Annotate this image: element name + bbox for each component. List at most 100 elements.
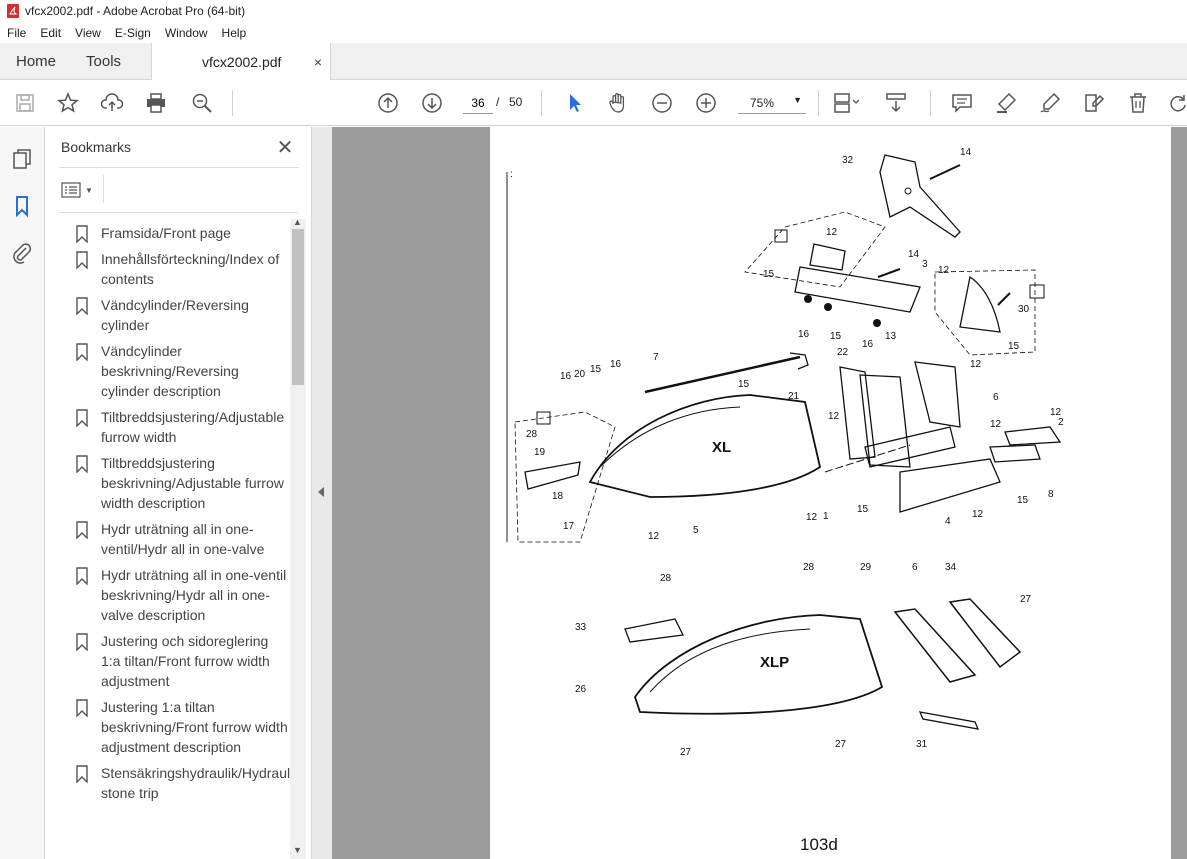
svg-text:12: 12 — [648, 531, 660, 542]
menu-edit[interactable]: Edit — [33, 26, 68, 40]
bookmark-label: Justering 1:a tiltan beskrivning/Front f… — [101, 699, 288, 755]
page-number-input[interactable] — [463, 92, 493, 114]
page-up-icon[interactable] — [376, 91, 400, 115]
tab-tools[interactable]: Tools — [70, 43, 137, 79]
bookmark-icon — [76, 567, 88, 585]
fill-sign-icon[interactable] — [1082, 91, 1106, 115]
svg-text:12: 12 — [970, 359, 982, 370]
svg-text:15: 15 — [1017, 495, 1029, 506]
menu-file[interactable]: File — [0, 26, 33, 40]
svg-text:6: 6 — [912, 562, 918, 573]
menu-bar: File Edit View E-Sign Window Help — [0, 22, 1187, 43]
svg-text:13: 13 — [885, 331, 897, 342]
bookmark-icon — [76, 297, 88, 315]
save-icon[interactable] — [13, 91, 37, 115]
bookmark-label: Vändcylinder beskrivning/Reversing cylin… — [101, 343, 239, 399]
bookmark-item[interactable]: Stensäkringshydraulik/Hydraulic stone tr… — [75, 763, 301, 803]
hand-icon[interactable] — [606, 91, 630, 115]
svg-text:12: 12 — [806, 512, 818, 523]
zoom-select[interactable]: 75% ▼ — [738, 92, 806, 114]
bookmark-icon — [76, 633, 88, 651]
svg-text:21: 21 — [788, 391, 800, 402]
scrollbar-thumb[interactable] — [292, 229, 304, 385]
tab-document-label: vfcx2002.pdf — [202, 54, 282, 70]
scroll-icon[interactable] — [884, 91, 908, 115]
svg-text:XL: XL — [712, 439, 731, 456]
window-title: vfcx2002.pdf - Adobe Acrobat Pro (64-bit… — [25, 4, 246, 18]
upload-icon[interactable] — [100, 91, 124, 115]
tab-home[interactable]: Home — [0, 43, 70, 79]
scroll-down-icon[interactable]: ▼ — [293, 845, 302, 855]
tab-document[interactable]: vfcx2002.pdf × — [151, 43, 332, 81]
svg-text:12: 12 — [938, 265, 950, 276]
svg-text:3: 3 — [922, 259, 928, 270]
close-tab-icon[interactable]: × — [314, 54, 322, 70]
scroll-up-icon[interactable]: ▲ — [293, 217, 302, 227]
highlight-icon[interactable] — [994, 91, 1018, 115]
list-options-icon — [61, 182, 81, 198]
bookmark-item[interactable]: Justering 1:a tiltan beskrivning/Front f… — [75, 697, 290, 757]
delete-icon[interactable] — [1126, 91, 1150, 115]
star-icon[interactable] — [56, 91, 80, 115]
bookmark-item[interactable]: Framsida/Front page — [75, 223, 290, 243]
svg-text:22: 22 — [837, 347, 849, 358]
svg-text:16: 16 — [560, 371, 572, 382]
collapse-arrow-icon — [318, 487, 324, 497]
pdf-page: : XL XLP 32 14 12 14 3 12 15 30 16 15 13… — [490, 127, 1171, 859]
svg-text:28: 28 — [803, 562, 815, 573]
close-icon[interactable]: ✕ — [275, 135, 295, 160]
toolbar-separator — [232, 90, 233, 116]
svg-text:15: 15 — [1008, 341, 1020, 352]
bookmark-options-button[interactable]: ▼ — [61, 179, 101, 201]
svg-text:16: 16 — [862, 339, 874, 350]
page-separator: / — [496, 95, 500, 109]
print-icon[interactable] — [144, 91, 168, 115]
document-viewport[interactable]: : XL XLP 32 14 12 14 3 12 15 30 16 15 13… — [332, 127, 1187, 859]
bookmark-item[interactable]: Justering och sidoreglering 1:a tiltan/F… — [75, 631, 290, 691]
bookmark-label: Stensäkringshydraulik/Hydraulic stone tr… — [101, 765, 301, 801]
page-down-icon[interactable] — [420, 91, 444, 115]
svg-text:34: 34 — [945, 562, 957, 573]
zoom-search-icon[interactable] — [190, 91, 214, 115]
svg-text:15: 15 — [590, 364, 602, 375]
menu-esign[interactable]: E-Sign — [108, 26, 158, 40]
zoom-in-icon[interactable] — [694, 91, 718, 115]
bookmark-item[interactable]: Tiltbreddsjustering beskrivning/Adjustab… — [75, 453, 290, 513]
divider — [103, 175, 104, 203]
bookmark-label: Vändcylinder/Reversing cylinder — [101, 297, 249, 333]
menu-help[interactable]: Help — [215, 26, 254, 40]
bookmark-item[interactable]: Vändcylinder beskrivning/Reversing cylin… — [75, 341, 290, 401]
menu-window[interactable]: Window — [158, 26, 215, 40]
rotate-icon[interactable] — [1166, 91, 1187, 115]
tab-bar: Home Tools vfcx2002.pdf × — [0, 43, 1187, 81]
svg-text:28: 28 — [660, 573, 672, 584]
menu-view[interactable]: View — [68, 26, 108, 40]
toolbar-separator — [541, 90, 542, 116]
bookmark-icon — [76, 521, 88, 539]
bookmark-item[interactable]: Hydr uträtning all in one-ventil beskriv… — [75, 565, 290, 625]
chevron-down-icon: ▼ — [85, 185, 93, 195]
bookmark-icon — [76, 455, 88, 473]
bookmark-label: Justering och sidoreglering 1:a tiltan/F… — [101, 633, 270, 689]
svg-text:19: 19 — [534, 447, 546, 458]
pages-icon[interactable] — [10, 147, 34, 171]
divider — [59, 212, 299, 213]
svg-text:12: 12 — [828, 411, 840, 422]
bookmark-scrollbar[interactable]: ▲ ▼ — [290, 217, 306, 859]
sign-icon[interactable] — [1038, 91, 1062, 115]
bookmark-list: Framsida/Front page Innehållsförteckning/… — [75, 223, 301, 809]
comment-icon[interactable] — [950, 91, 974, 115]
page-view-icon[interactable] — [832, 91, 864, 115]
acrobat-logo-icon — [7, 4, 19, 18]
select-pointer-icon[interactable] — [563, 91, 587, 115]
svg-text:XLP: XLP — [760, 654, 789, 671]
panel-collapse-handle[interactable] — [312, 127, 332, 859]
bookmark-item[interactable]: Vändcylinder/Reversing cylinder — [75, 295, 290, 335]
bookmark-item[interactable]: Hydr uträtning all in one-ventil/Hydr al… — [75, 519, 290, 559]
zoom-out-icon[interactable] — [650, 91, 674, 115]
bookmark-panel-icon[interactable] — [10, 194, 34, 218]
attachment-icon[interactable] — [10, 241, 34, 265]
bookmark-item[interactable]: Innehållsförteckning/Index of contents — [75, 249, 290, 289]
bookmark-item[interactable]: Tiltbreddsjustering/Adjustable furrow wi… — [75, 407, 290, 447]
toolbar: / 50 75% ▼ — [0, 80, 1187, 126]
